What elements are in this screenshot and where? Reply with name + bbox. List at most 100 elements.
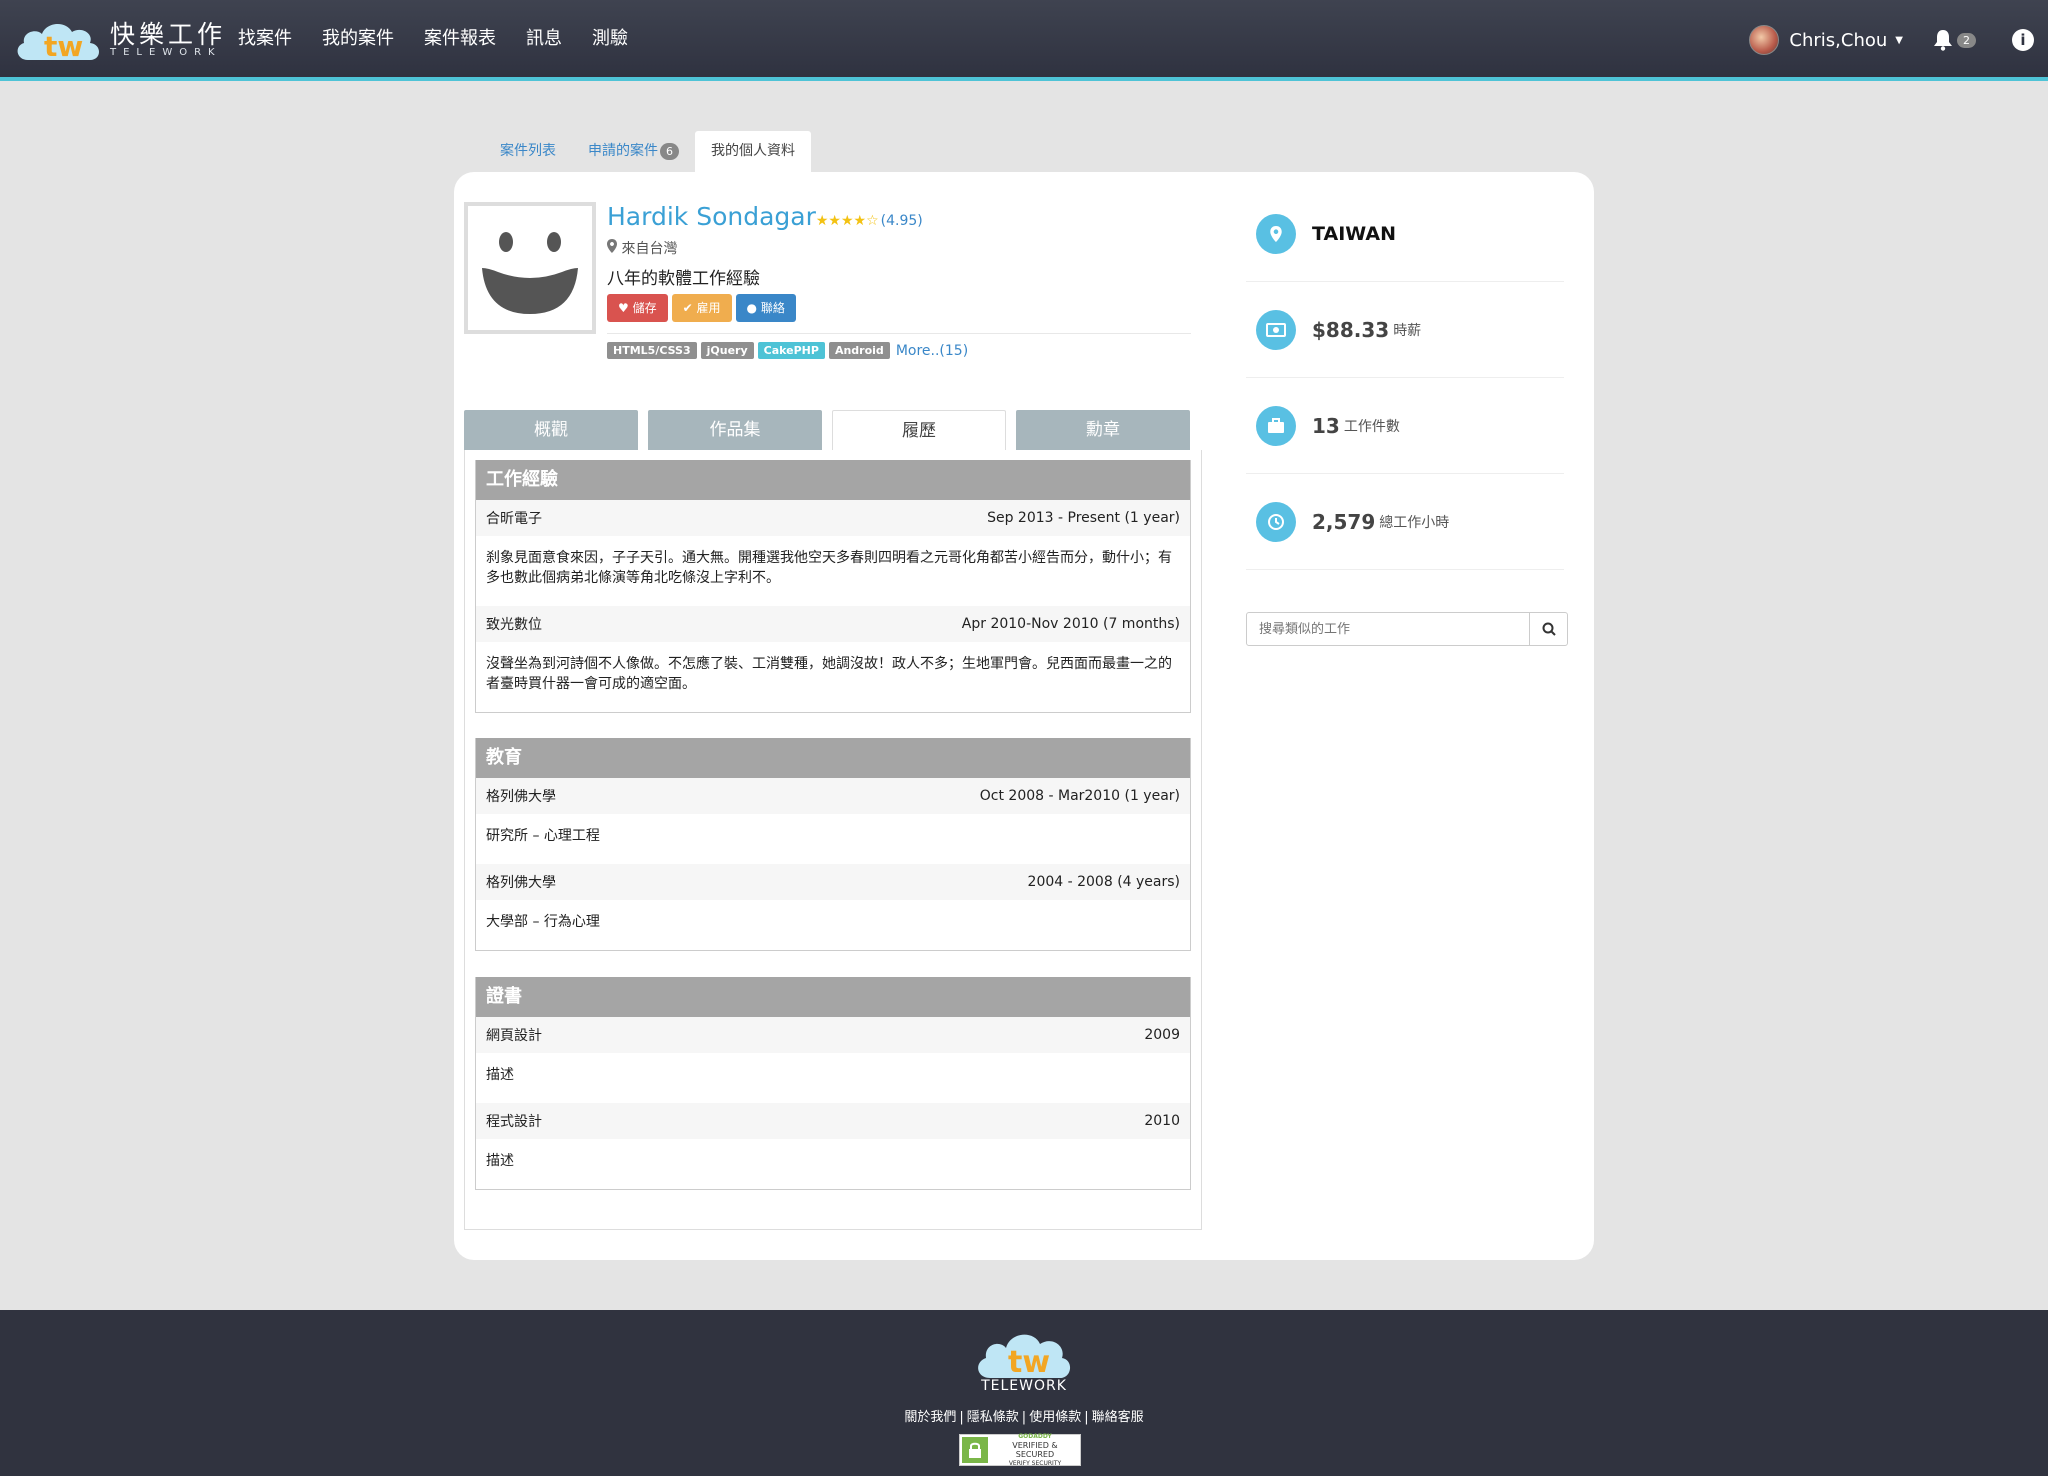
nav-messages[interactable]: 訊息 bbox=[526, 26, 562, 52]
education-period: 2004 - 2008 (4 years) bbox=[1027, 874, 1180, 890]
heart-icon: ♥ bbox=[618, 301, 629, 315]
contact-button[interactable]: ● 聯絡 bbox=[735, 294, 796, 322]
jobs-count-value: 13 bbox=[1312, 413, 1340, 438]
skill-tags: HTML5/CSS3 jQuery CakePHP Android More..… bbox=[607, 342, 968, 359]
contact-button-label: 聯絡 bbox=[760, 301, 785, 315]
main-menu: 找案件 我的案件 案件報表 訊息 測驗 bbox=[238, 26, 658, 52]
tab-resume[interactable]: 履歷 bbox=[832, 410, 1006, 450]
profile-card: Hardik Sondagar★★★★☆ (4.95) 來自台灣 八年的軟體工作經… bbox=[454, 172, 1594, 1260]
money-icon bbox=[1256, 309, 1296, 350]
footer-logo-letters: tw bbox=[1008, 1345, 1050, 1380]
search-button[interactable] bbox=[1529, 613, 1567, 645]
info-icon[interactable]: i bbox=[2012, 29, 2034, 51]
clock-icon bbox=[1256, 501, 1296, 542]
profile-section-tabs: 概觀 作品集 履歷 勳章 bbox=[464, 410, 1194, 450]
school-name: 格列佛大學 bbox=[486, 789, 556, 805]
brand-name-en: TELEWORK bbox=[110, 47, 222, 58]
location: 來自台灣 bbox=[607, 238, 677, 258]
chevron-down-icon[interactable]: ▼ bbox=[1895, 35, 1903, 46]
total-hours-value: 2,579 bbox=[1312, 509, 1376, 534]
star-rating-icon: ★★★★☆ bbox=[815, 213, 879, 229]
tab-my-profile-label: 我的個人資料 bbox=[711, 143, 795, 159]
work-period: Sep 2013 - Present (1 year) bbox=[987, 510, 1180, 526]
nav-job-reports[interactable]: 案件報表 bbox=[424, 26, 496, 52]
work-period: Apr 2010-Nov 2010 (7 months) bbox=[961, 616, 1180, 632]
search-input[interactable] bbox=[1247, 613, 1529, 645]
user-name[interactable]: Chris,Chou bbox=[1789, 30, 1887, 51]
tab-portfolio[interactable]: 作品集 bbox=[648, 410, 822, 450]
profile-headline: 八年的軟體工作經驗 bbox=[607, 269, 760, 289]
bell-icon[interactable] bbox=[1933, 29, 1953, 51]
tab-applied-jobs-label: 申請的案件 bbox=[588, 143, 658, 159]
footer-link-about[interactable]: 關於我們 bbox=[904, 1410, 956, 1425]
stat-total-hours: 2,579 總工作小時 bbox=[1246, 474, 1564, 570]
education-period: Oct 2008 - Mar2010 (1 year) bbox=[979, 788, 1180, 804]
rating-value: (4.95) bbox=[880, 213, 923, 229]
tab-applied-jobs[interactable]: 申請的案件 6 bbox=[572, 131, 695, 172]
footer-link-privacy[interactable]: 隱私條款 bbox=[967, 1410, 1019, 1425]
skill-tag[interactable]: HTML5/CSS3 bbox=[607, 342, 697, 359]
profile-name: Hardik Sondagar★★★★☆ (4.95) bbox=[607, 202, 923, 231]
user-avatar[interactable] bbox=[1749, 25, 1780, 55]
more-skills-link[interactable]: More..(15) bbox=[896, 343, 968, 359]
company-name: 致光數位 bbox=[486, 617, 542, 633]
list-item: 致光數位 Apr 2010-Nov 2010 (7 months) bbox=[476, 606, 1190, 642]
save-button-label: 儲存 bbox=[632, 301, 657, 315]
tab-my-profile[interactable]: 我的個人資料 bbox=[695, 131, 811, 172]
certificate-year: 2009 bbox=[1144, 1027, 1180, 1043]
badge-sub-text: VERIFY SECURITY bbox=[1008, 1460, 1062, 1467]
badge-text: GODADDY VERIFIED & SECURED VERIFY SECURI… bbox=[992, 1432, 1078, 1468]
certificate-year: 2010 bbox=[1144, 1113, 1180, 1129]
certificate-description: 描述 bbox=[486, 1153, 514, 1169]
profile-name-text: Hardik Sondagar bbox=[607, 202, 816, 231]
skill-tag[interactable]: jQuery bbox=[700, 342, 754, 359]
section-title: 證書 bbox=[476, 977, 1190, 1017]
list-item: 格列佛大學 Oct 2008 - Mar2010 (1 year) bbox=[476, 778, 1190, 814]
hire-button[interactable]: ✔ 雇用 bbox=[671, 294, 732, 322]
footer-link-support[interactable]: 聯絡客服 bbox=[1092, 1410, 1144, 1425]
save-button[interactable]: ♥ 儲存 bbox=[607, 294, 668, 322]
brand-name-zh: 快樂工作 bbox=[110, 20, 227, 49]
nav-right: Chris,Chou ▼ 2 i bbox=[1749, 22, 2048, 58]
badge-top-text: GODADDY bbox=[1018, 1433, 1052, 1440]
certificates-section: 證書 網頁設計 2009 描述 程式設計 2010 描述 bbox=[475, 977, 1191, 1190]
map-marker-icon bbox=[607, 239, 617, 253]
telework-logo-icon[interactable]: tw bbox=[14, 16, 104, 64]
nav-find-jobs[interactable]: 找案件 bbox=[238, 26, 292, 52]
jobs-count-label: 工作件數 bbox=[1343, 418, 1400, 435]
chat-bubble-icon: ● bbox=[746, 301, 757, 315]
hourly-rate-label: 時薪 bbox=[1393, 322, 1422, 339]
footer-brand-text: TELEWORK bbox=[981, 1378, 1067, 1394]
list-item: 合昕電子 Sep 2013 - Present (1 year) bbox=[476, 500, 1190, 536]
education-description: 研究所 – 心理工程 bbox=[486, 828, 600, 844]
briefcase-icon bbox=[1256, 405, 1296, 446]
nav-my-jobs[interactable]: 我的案件 bbox=[322, 26, 394, 52]
tab-job-list[interactable]: 案件列表 bbox=[484, 131, 572, 172]
skill-tag[interactable]: CakePHP bbox=[757, 342, 825, 359]
smiley-face-icon bbox=[482, 232, 578, 314]
resume-pane: 工作經驗 合昕電子 Sep 2013 - Present (1 year) 刹象… bbox=[464, 450, 1202, 1230]
brand-text[interactable]: 快樂工作 TELEWORK bbox=[110, 22, 226, 58]
section-title: 教育 bbox=[476, 738, 1190, 778]
stat-hourly-rate: $88.33 時薪 bbox=[1246, 282, 1564, 378]
nav-tests[interactable]: 測驗 bbox=[592, 26, 628, 52]
godaddy-security-badge[interactable]: GODADDY VERIFIED & SECURED VERIFY SECURI… bbox=[959, 1432, 1081, 1468]
footer-link-terms[interactable]: 使用條款 bbox=[1029, 1410, 1081, 1425]
tab-badges[interactable]: 勳章 bbox=[1016, 410, 1190, 450]
lock-icon bbox=[962, 1437, 988, 1463]
stat-country: TAIWAN bbox=[1246, 186, 1564, 282]
top-tabs: 案件列表 申請的案件 6 我的個人資料 bbox=[484, 131, 811, 172]
similar-jobs-search bbox=[1246, 612, 1568, 646]
footer-links: 關於我們 | 隱私條款 | 使用條款 | 聯絡客服 bbox=[904, 1410, 1144, 1425]
tab-overview[interactable]: 概觀 bbox=[464, 410, 638, 450]
profile-actions: ♥ 儲存 ✔ 雇用 ● 聯絡 bbox=[607, 294, 796, 322]
applied-count-badge: 6 bbox=[660, 143, 679, 160]
navbar: tw 快樂工作 TELEWORK 找案件 我的案件 案件報表 訊息 測驗 Chr… bbox=[0, 0, 2048, 81]
section-title: 工作經驗 bbox=[476, 460, 1190, 500]
skill-tag[interactable]: Android bbox=[828, 342, 890, 359]
work-description: 刹象見面意食來因，子子天引。通大無。開種選我他空天多春則四明看之元哥化角都苦小經… bbox=[486, 550, 1172, 586]
telework-logo-icon[interactable]: tw bbox=[974, 1324, 1074, 1382]
location-text: 來自台灣 bbox=[621, 241, 678, 257]
check-icon: ✔ bbox=[682, 301, 693, 315]
work-experience-section: 工作經驗 合昕電子 Sep 2013 - Present (1 year) 刹象… bbox=[475, 460, 1191, 713]
